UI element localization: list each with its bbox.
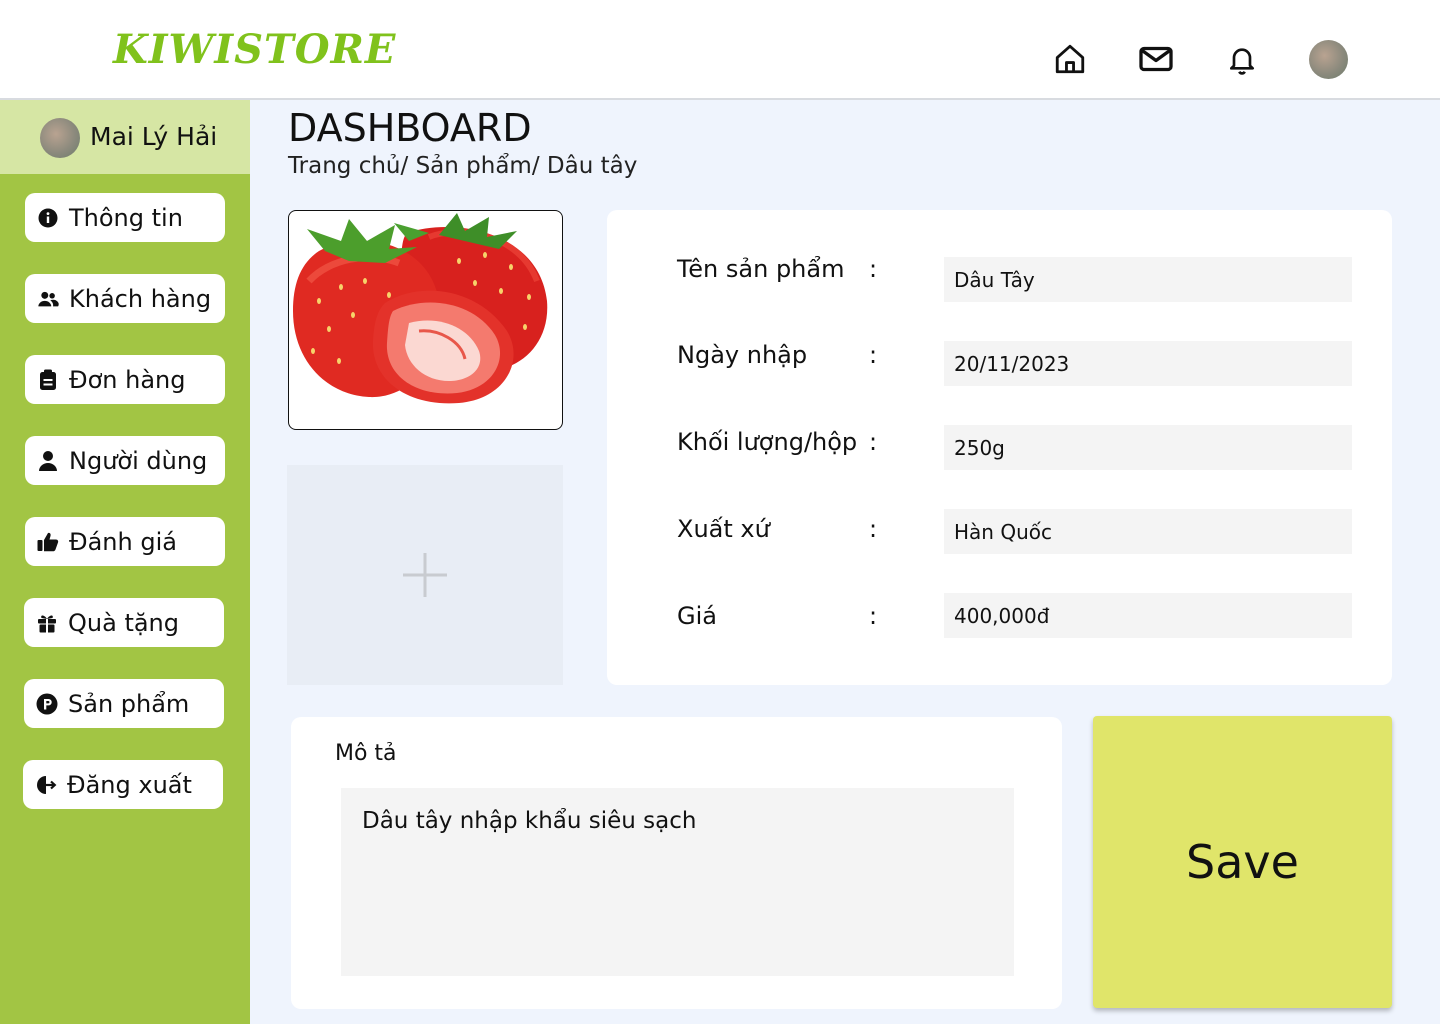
logout-icon (35, 774, 57, 796)
sidebar-item-label: Khách hàng (69, 284, 212, 313)
sidebar-item-label: Đánh giá (69, 527, 177, 556)
logo[interactable]: KIWISTORE (113, 26, 396, 73)
import-date-field[interactable] (944, 341, 1352, 386)
product-image (288, 210, 563, 430)
field-label-xuat-xu: Xuất xứ (677, 515, 770, 543)
order-icon (37, 369, 59, 391)
user-avatar (40, 118, 80, 158)
field-label-ngay-nhap: Ngày nhập (677, 341, 808, 369)
thumbs-up-icon (37, 531, 59, 553)
sidebar-item-label: Sản phẩm (68, 689, 190, 718)
product-form: Tên sản phẩm : Ngày nhập : Khối lượng/hộ… (607, 210, 1392, 685)
weight-field[interactable] (944, 425, 1352, 470)
add-image-button[interactable] (287, 465, 563, 685)
sidebar-item-label: Quà tặng (68, 608, 179, 637)
gift-icon (36, 612, 58, 634)
sidebar-item-danh-gia[interactable]: Đánh giá (25, 517, 225, 566)
sidebar-item-thong-tin[interactable]: Thông tin (25, 193, 225, 242)
sidebar-item-label: Đơn hàng (69, 365, 186, 394)
sidebar-item-nguoi-dung[interactable]: Người dùng (25, 436, 225, 485)
sidebar-item-qua-tang[interactable]: Quà tặng (24, 598, 224, 647)
info-icon (37, 207, 59, 229)
user-icon (37, 450, 59, 472)
field-colon: : (869, 341, 878, 369)
user-profile[interactable]: Mai Lý Hải (0, 100, 250, 174)
sidebar-item-label: Đăng xuất (67, 770, 192, 799)
price-field[interactable] (944, 593, 1352, 638)
home-icon[interactable] (1051, 40, 1089, 78)
product-name-field[interactable] (944, 257, 1352, 302)
sidebar: Mai Lý Hải Thông tin Khách hàng Đơn hàng… (0, 100, 250, 1024)
page-title: DASHBOARD (288, 106, 532, 150)
users-icon (37, 288, 59, 310)
field-label-khoi-luong: Khối lượng/hộp (677, 428, 858, 456)
field-colon: : (869, 602, 878, 630)
bell-icon[interactable] (1223, 40, 1261, 78)
sidebar-item-label: Thông tin (69, 203, 183, 232)
sidebar-item-label: Người dùng (69, 446, 208, 475)
sidebar-item-san-pham[interactable]: Sản phẩm (24, 679, 224, 728)
sidebar-item-khach-hang[interactable]: Khách hàng (25, 274, 225, 323)
plus-icon (403, 553, 447, 597)
user-name: Mai Lý Hải (90, 122, 218, 151)
top-bar: KIWISTORE (0, 0, 1440, 100)
origin-field[interactable] (944, 509, 1352, 554)
product-icon (36, 693, 58, 715)
sidebar-item-don-hang[interactable]: Đơn hàng (25, 355, 225, 404)
description-field[interactable]: Dâu tây nhập khẩu siêu sạch (341, 788, 1014, 976)
description-card: Mô tả Dâu tây nhập khẩu siêu sạch (291, 717, 1062, 1009)
avatar[interactable] (1309, 40, 1348, 79)
save-button[interactable]: Save (1093, 716, 1392, 1008)
breadcrumb[interactable]: Trang chủ/ Sản phẩm/ Dâu tây (288, 153, 637, 179)
field-colon: : (869, 255, 878, 283)
mail-icon[interactable] (1137, 40, 1175, 78)
field-label-ten-san-pham: Tên sản phẩm (677, 255, 845, 283)
field-colon: : (869, 428, 878, 456)
description-label: Mô tả (335, 741, 397, 766)
field-colon: : (869, 515, 878, 543)
sidebar-item-dang-xuat[interactable]: Đăng xuất (23, 760, 223, 809)
field-label-gia: Giá (677, 602, 717, 630)
